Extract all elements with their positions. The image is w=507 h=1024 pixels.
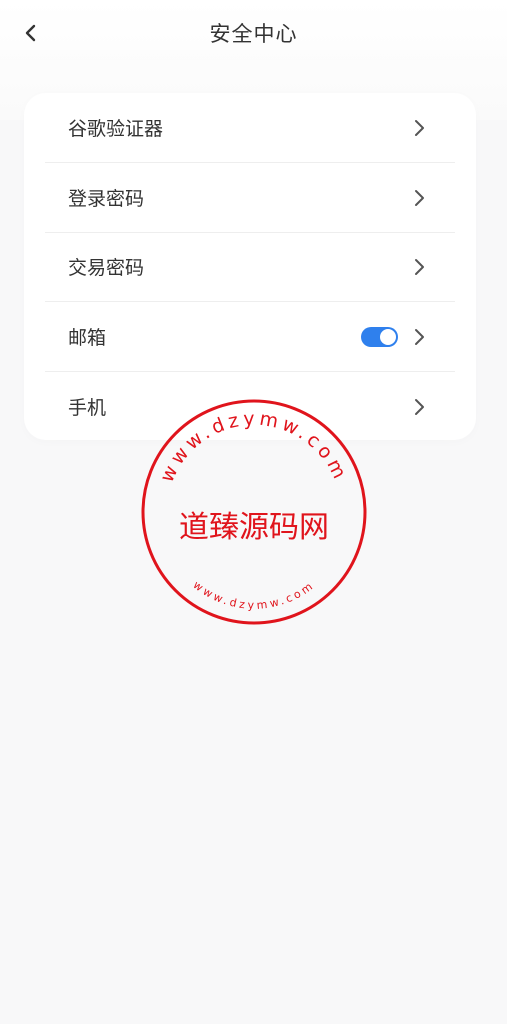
menu-item-label: 谷歌验证器: [68, 118, 164, 140]
menu-item-google-authenticator[interactable]: 谷歌验证器: [45, 93, 455, 163]
menu-item-trade-password[interactable]: 交易密码: [45, 232, 455, 302]
menu-item-label: 交易密码: [68, 257, 145, 279]
watermark-stamp: www.dzymw.com www.dzymw.com 道臻源码网: [139, 397, 369, 627]
stamp-inner-text: www.dzymw.com: [191, 578, 315, 612]
menu-item-label: 邮箱: [68, 327, 107, 349]
chevron-right-icon: [409, 397, 429, 417]
svg-text:www.dzymw.com: www.dzymw.com: [156, 408, 352, 486]
chevron-right-icon: [409, 327, 429, 347]
menu-item-label: 登录密码: [68, 188, 145, 210]
menu-item-label: 手机: [68, 397, 107, 419]
stamp-center-text: 道臻源码网: [179, 510, 329, 545]
chevron-right-icon: [409, 188, 429, 208]
page-title: 安全中心: [209, 22, 298, 46]
email-toggle[interactable]: [361, 326, 398, 347]
toggle-knob: [380, 328, 396, 345]
menu-item-login-password[interactable]: 登录密码: [45, 163, 455, 233]
menu-item-email[interactable]: 邮箱: [45, 302, 455, 372]
security-menu-card: 谷歌验证器 登录密码 交易密码 邮箱 手机: [24, 93, 476, 440]
header: 安全中心: [0, 0, 507, 66]
svg-text:www.dzymw.com: www.dzymw.com: [191, 578, 318, 612]
chevron-right-icon: [409, 118, 429, 138]
stamp-outer-text: www.dzymw.com: [156, 408, 348, 486]
chevron-right-icon: [409, 257, 429, 277]
